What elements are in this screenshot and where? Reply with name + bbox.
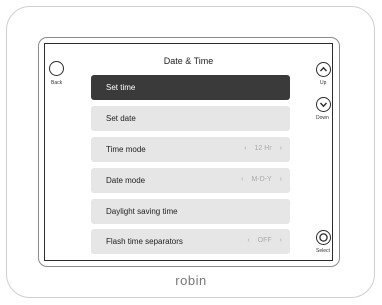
- display-screen: Date & Time Set time Set date Time mode …: [44, 43, 333, 261]
- time-mode-value: 12 Hr: [254, 145, 272, 152]
- menu-item-daylight-saving[interactable]: Daylight saving time: [91, 199, 290, 224]
- select-ring-icon: [319, 233, 328, 242]
- menu-item-label: Daylight saving time: [106, 207, 178, 216]
- chevron-left-icon[interactable]: ‹: [241, 176, 243, 183]
- menu-item-set-date[interactable]: Set date: [91, 106, 290, 131]
- chevron-left-icon[interactable]: ‹: [244, 145, 246, 152]
- down-button[interactable]: [316, 97, 331, 112]
- chevron-right-icon[interactable]: ›: [280, 237, 282, 244]
- menu-item-label: Set date: [106, 114, 136, 123]
- select-button-label: Select: [316, 248, 330, 254]
- flash-separators-value: OFF: [257, 237, 272, 244]
- menu-item-label: Time mode: [106, 145, 146, 154]
- screen-title: Date & Time: [163, 56, 214, 66]
- menu-item-label: Date mode: [106, 176, 146, 185]
- date-mode-selector[interactable]: ‹ M-D-Y ›: [241, 176, 282, 183]
- menu-item-time-mode[interactable]: Time mode ‹ 12 Hr ›: [91, 137, 290, 162]
- time-mode-selector[interactable]: ‹ 12 Hr ›: [244, 145, 282, 152]
- menu-item-date-mode[interactable]: Date mode ‹ M-D-Y ›: [91, 168, 290, 193]
- chevron-left-icon[interactable]: ‹: [247, 237, 249, 244]
- down-button-label: Down: [316, 115, 329, 121]
- brand-logo: robin: [175, 273, 207, 288]
- up-button[interactable]: [316, 62, 331, 77]
- up-button-label: Up: [320, 80, 327, 86]
- back-button[interactable]: [49, 61, 64, 76]
- menu-item-flash-separators[interactable]: Flash time separators ‹ OFF ›: [91, 229, 290, 254]
- flash-separators-selector[interactable]: ‹ OFF ›: [247, 237, 282, 244]
- chevron-right-icon[interactable]: ›: [280, 145, 282, 152]
- menu-item-label: Set time: [106, 83, 136, 92]
- select-button[interactable]: [316, 230, 331, 245]
- chevron-down-icon: [319, 102, 328, 108]
- date-mode-value: M-D-Y: [251, 176, 272, 183]
- chevron-up-icon: [319, 66, 328, 72]
- menu-item-label: Flash time separators: [106, 237, 183, 246]
- menu-item-set-time[interactable]: Set time: [91, 75, 290, 100]
- back-button-label: Back: [51, 80, 63, 86]
- chevron-right-icon[interactable]: ›: [280, 176, 282, 183]
